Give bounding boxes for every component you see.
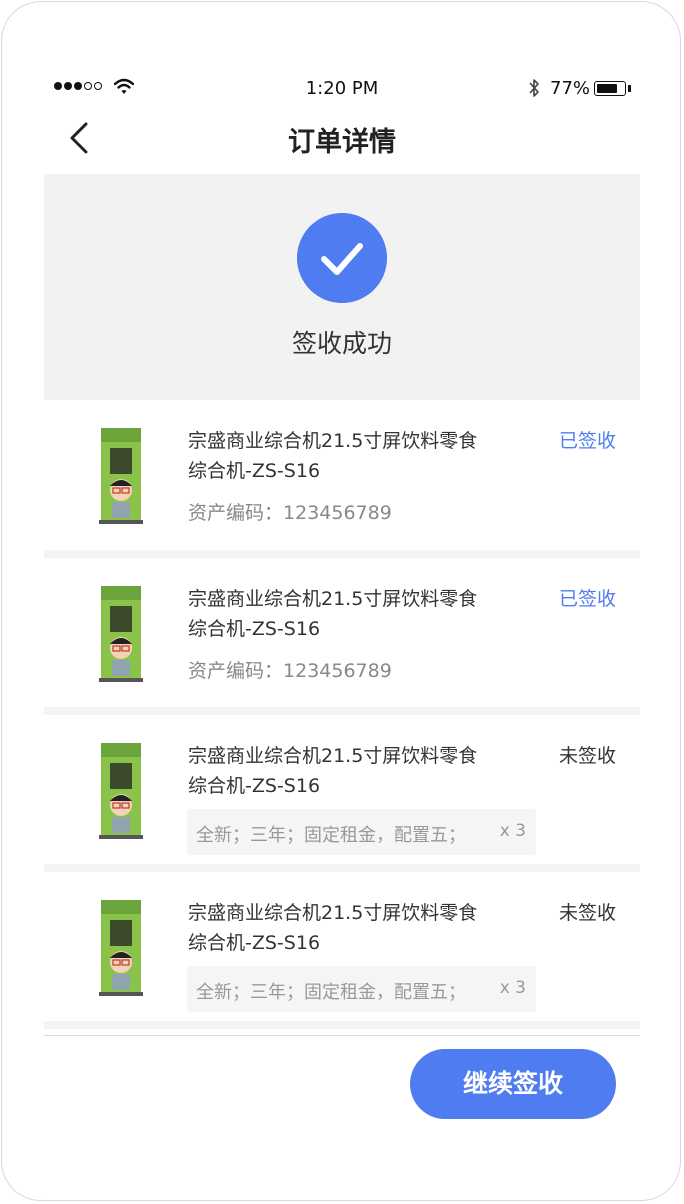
item-spec: 全新；三年；固定租金，配置五； xyxy=(196,982,466,1003)
list-item[interactable]: 宗盛商业综合机21.5寸屏饮料零食综合机-ZS-S16 全新；三年；固定租金，配… xyxy=(44,715,640,865)
vending-machine-image xyxy=(99,586,143,682)
item-spec-box: 全新；三年；固定租金，配置五； x 3 xyxy=(187,809,536,855)
list-item[interactable]: 宗盛商业综合机21.5寸屏饮料零食综合机-ZS-S16 资产编码：1234567… xyxy=(44,558,640,708)
item-quantity: x 3 xyxy=(499,978,526,998)
item-name: 宗盛商业综合机21.5寸屏饮料零食综合机-ZS-S16 xyxy=(188,902,478,954)
success-panel: 签收成功 xyxy=(44,174,640,400)
list-item[interactable]: 宗盛商业综合机21.5寸屏饮料零食综合机-ZS-S16 全新；三年；固定租金，配… xyxy=(44,872,640,1022)
item-asset-code: 资产编码：123456789 xyxy=(188,660,392,682)
bluetooth-icon xyxy=(529,79,539,97)
page-title: 订单详情 xyxy=(288,127,396,158)
divider xyxy=(44,550,640,558)
item-spec-box: 全新；三年；固定租金，配置五； x 3 xyxy=(187,966,536,1012)
item-quantity: x 3 xyxy=(499,821,526,841)
battery-tip xyxy=(628,85,631,92)
divider xyxy=(44,864,640,872)
check-circle-icon xyxy=(297,213,387,303)
vending-machine-image xyxy=(99,743,143,839)
battery-icon xyxy=(594,81,626,96)
footer-divider xyxy=(44,1035,640,1036)
status-bar: 1:20 PM 77% xyxy=(0,76,684,102)
vending-machine-image xyxy=(99,428,143,524)
vending-machine-image xyxy=(99,900,143,996)
item-status-badge: 未签收 xyxy=(558,902,616,924)
list-item[interactable]: 宗盛商业综合机21.5寸屏饮料零食综合机-ZS-S16 资产编码：1234567… xyxy=(44,400,640,550)
success-message: 签收成功 xyxy=(291,329,392,358)
divider xyxy=(44,707,640,715)
item-name: 宗盛商业综合机21.5寸屏饮料零食综合机-ZS-S16 xyxy=(188,745,478,797)
divider xyxy=(44,1021,640,1029)
item-status-badge: 已签收 xyxy=(558,430,616,452)
item-spec: 全新；三年；固定租金，配置五； xyxy=(196,825,466,846)
battery-percent: 77% xyxy=(550,78,591,99)
item-status-badge: 已签收 xyxy=(558,588,616,610)
item-asset-code: 资产编码：123456789 xyxy=(188,502,392,524)
item-name: 宗盛商业综合机21.5寸屏饮料零食综合机-ZS-S16 xyxy=(188,588,478,640)
item-status-badge: 未签收 xyxy=(558,745,616,767)
continue-sign-button[interactable]: 继续签收 xyxy=(410,1049,616,1119)
item-name: 宗盛商业综合机21.5寸屏饮料零食综合机-ZS-S16 xyxy=(188,430,478,482)
